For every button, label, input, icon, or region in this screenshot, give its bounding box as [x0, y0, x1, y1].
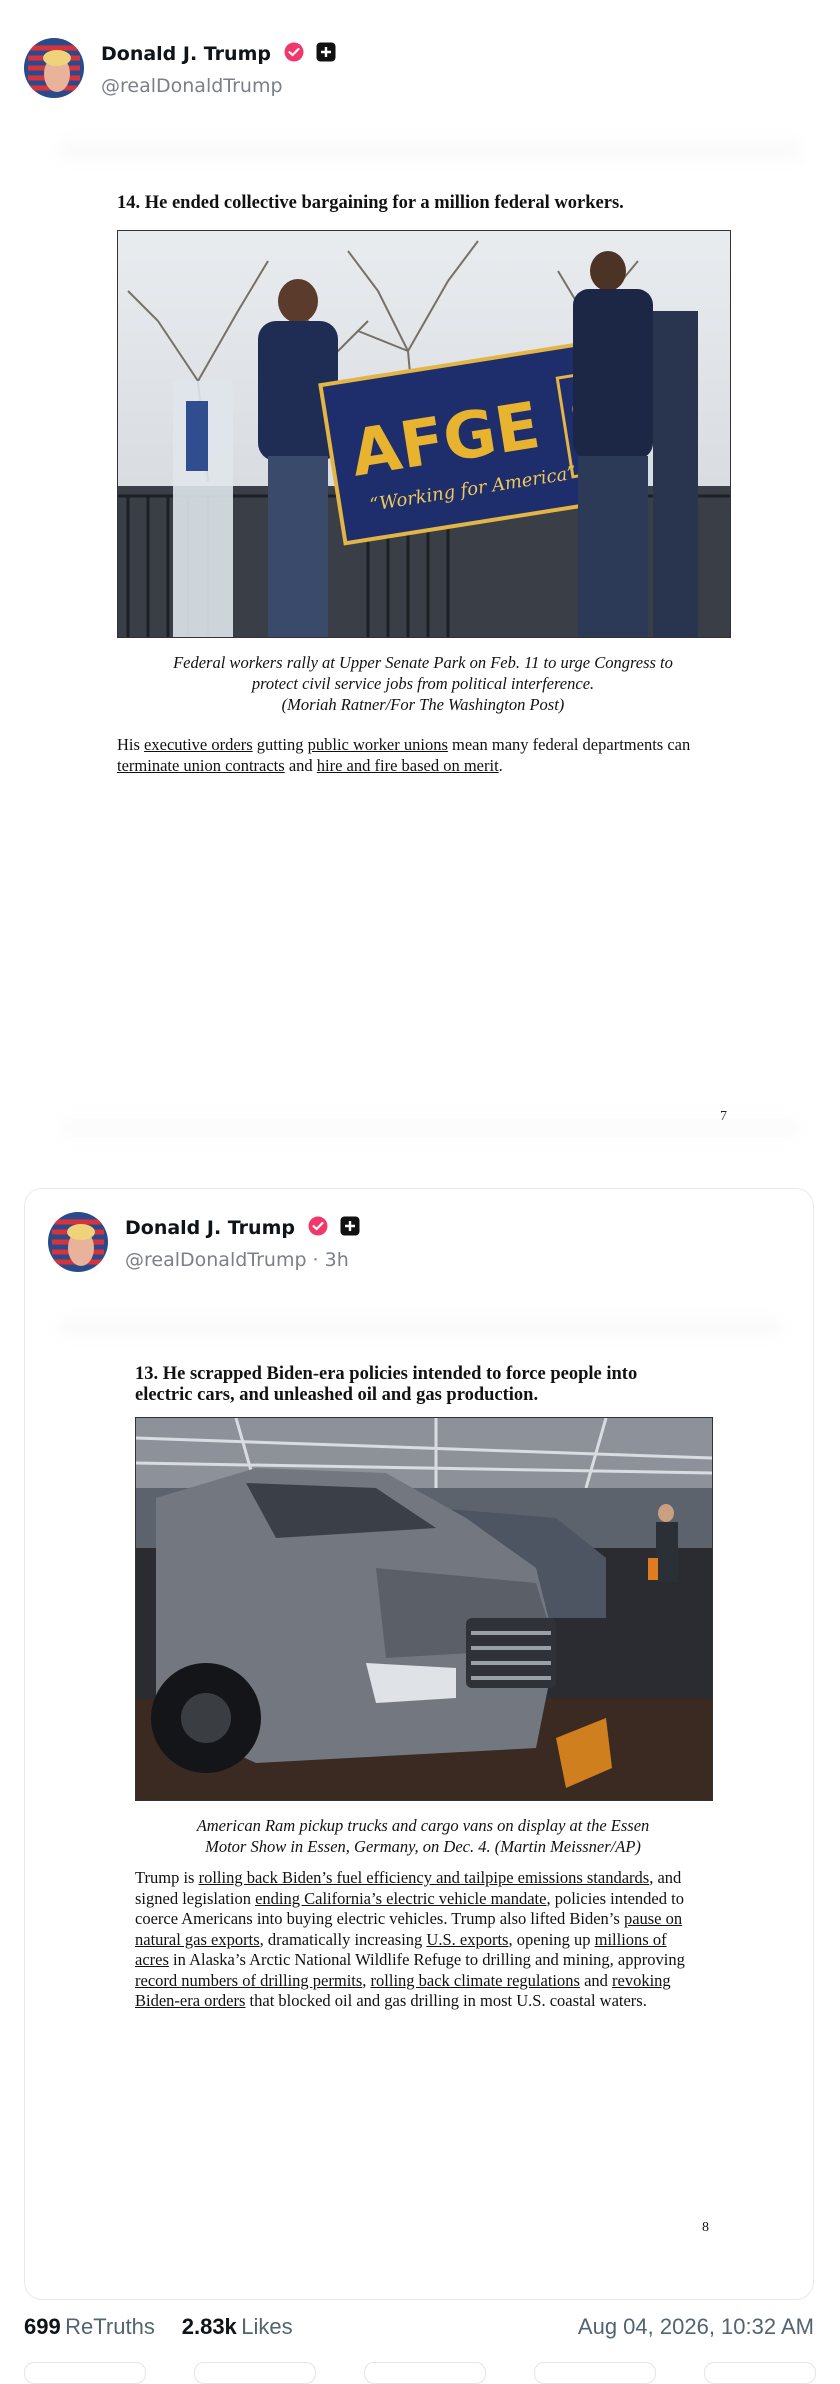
stats-bar: 699 ReTruths 2.83k Likes	[24, 2314, 293, 2340]
body-text: mean many federal departments can	[447, 735, 691, 754]
quoted-author-name[interactable]: Donald J. Trump	[125, 1216, 360, 1241]
link-executive-orders[interactable]: executive orders	[144, 735, 253, 754]
link-climate-regulations[interactable]: rolling back climate regulations	[371, 1971, 580, 1990]
author-handle[interactable]: @realDonaldTrump	[101, 75, 283, 97]
page-edge-top	[60, 1318, 780, 1336]
caption-line: protect civil service jobs from politica…	[251, 674, 595, 693]
retruths-link[interactable]: 699 ReTruths	[24, 2314, 155, 2339]
link-terminate-union-contracts[interactable]: terminate union contracts	[117, 756, 285, 775]
link-us-exports[interactable]: U.S. exports	[426, 1930, 508, 1949]
body-text: and	[284, 755, 317, 775]
verified-icon	[284, 42, 304, 67]
doc-heading: 14. He ended collective bargaining for a…	[117, 193, 624, 213]
body-text: in Alaska’s Arctic National Wildlife Ref…	[168, 1950, 685, 1969]
retruths-count: 699	[24, 2314, 61, 2339]
caption-line: Federal workers rally at Upper Senate Pa…	[173, 653, 673, 672]
page-edge-top	[60, 140, 800, 160]
author-name[interactable]: Donald J. Trump	[101, 42, 336, 67]
link-drilling-permits[interactable]: record numbers of drilling permits	[135, 1971, 362, 1990]
retruth-button[interactable]	[194, 2362, 316, 2384]
more-button[interactable]	[704, 2362, 816, 2384]
body-text: and	[579, 1970, 613, 1990]
heading-line: electric cars, and unleashed oil and gas…	[135, 1385, 539, 1405]
like-button[interactable]	[364, 2362, 486, 2384]
page-edge-bottom	[60, 1118, 800, 1138]
link-ev-mandate[interactable]: ending California’s electric vehicle man…	[255, 1889, 546, 1908]
quoted-author-name-text: Donald J. Trump	[125, 1217, 295, 1239]
caption-line: American Ram pickup trucks and cargo van…	[196, 1816, 650, 1835]
share-button[interactable]	[534, 2362, 656, 2384]
plus-square-icon	[340, 1216, 360, 1241]
truck-photo	[135, 1417, 713, 1801]
link-fuel-efficiency[interactable]: rolling back Biden’s fuel efficiency and…	[199, 1868, 650, 1887]
post-timestamp: Aug 04, 2026, 10:32 AM	[577, 2314, 814, 2339]
avatar[interactable]	[24, 38, 84, 98]
caption-line: (Moriah Ratner/For The Washington Post)	[281, 695, 565, 714]
reply-button[interactable]	[24, 2362, 146, 2384]
quoted-doc-heading: 13. He scrapped Biden-era policies inten…	[135, 1364, 735, 1406]
quoted-handle-time[interactable]: @realDonaldTrump · 3h	[125, 1249, 349, 1271]
body-text: His	[117, 735, 145, 754]
doc-body: His executive orders gutting public work…	[117, 735, 705, 776]
link-hire-and-fire[interactable]: hire and fire based on merit	[317, 756, 499, 775]
body-text: .	[498, 755, 503, 775]
retruths-label: ReTruths	[65, 2314, 155, 2339]
quoted-avatar[interactable]	[48, 1212, 108, 1272]
quoted-doc-body: Trump is rolling back Biden’s fuel effic…	[135, 1868, 703, 2012]
plus-square-icon	[316, 42, 336, 67]
author-name-text: Donald J. Trump	[101, 43, 271, 65]
verified-icon	[308, 1216, 328, 1241]
quoted-page-number: 8	[702, 2220, 709, 2235]
caption-line: Motor Show in Essen, Germany, on Dec. 4.…	[205, 1837, 641, 1856]
body-text: that blocked oil and gas drilling in mos…	[245, 1991, 647, 2010]
body-text: ,	[362, 1970, 371, 1990]
rally-photo: AFGE “Working for America”	[117, 230, 731, 638]
likes-label: Likes	[241, 2314, 293, 2339]
body-text: gutting	[252, 735, 308, 754]
quoted-photo-caption: American Ram pickup trucks and cargo van…	[135, 1815, 711, 1857]
likes-count: 2.83k	[181, 2314, 237, 2339]
likes-link[interactable]: 2.83k Likes	[182, 2314, 293, 2339]
photo-caption: Federal workers rally at Upper Senate Pa…	[117, 652, 729, 715]
action-bar	[24, 2362, 816, 2384]
heading-line: 13. He scrapped Biden-era policies inten…	[135, 1364, 638, 1384]
body-text: , opening up	[508, 1929, 595, 1949]
body-text: , dramatically increasing	[259, 1929, 427, 1949]
link-public-worker-unions[interactable]: public worker unions	[308, 735, 448, 754]
body-text: Trump is	[135, 1868, 199, 1887]
